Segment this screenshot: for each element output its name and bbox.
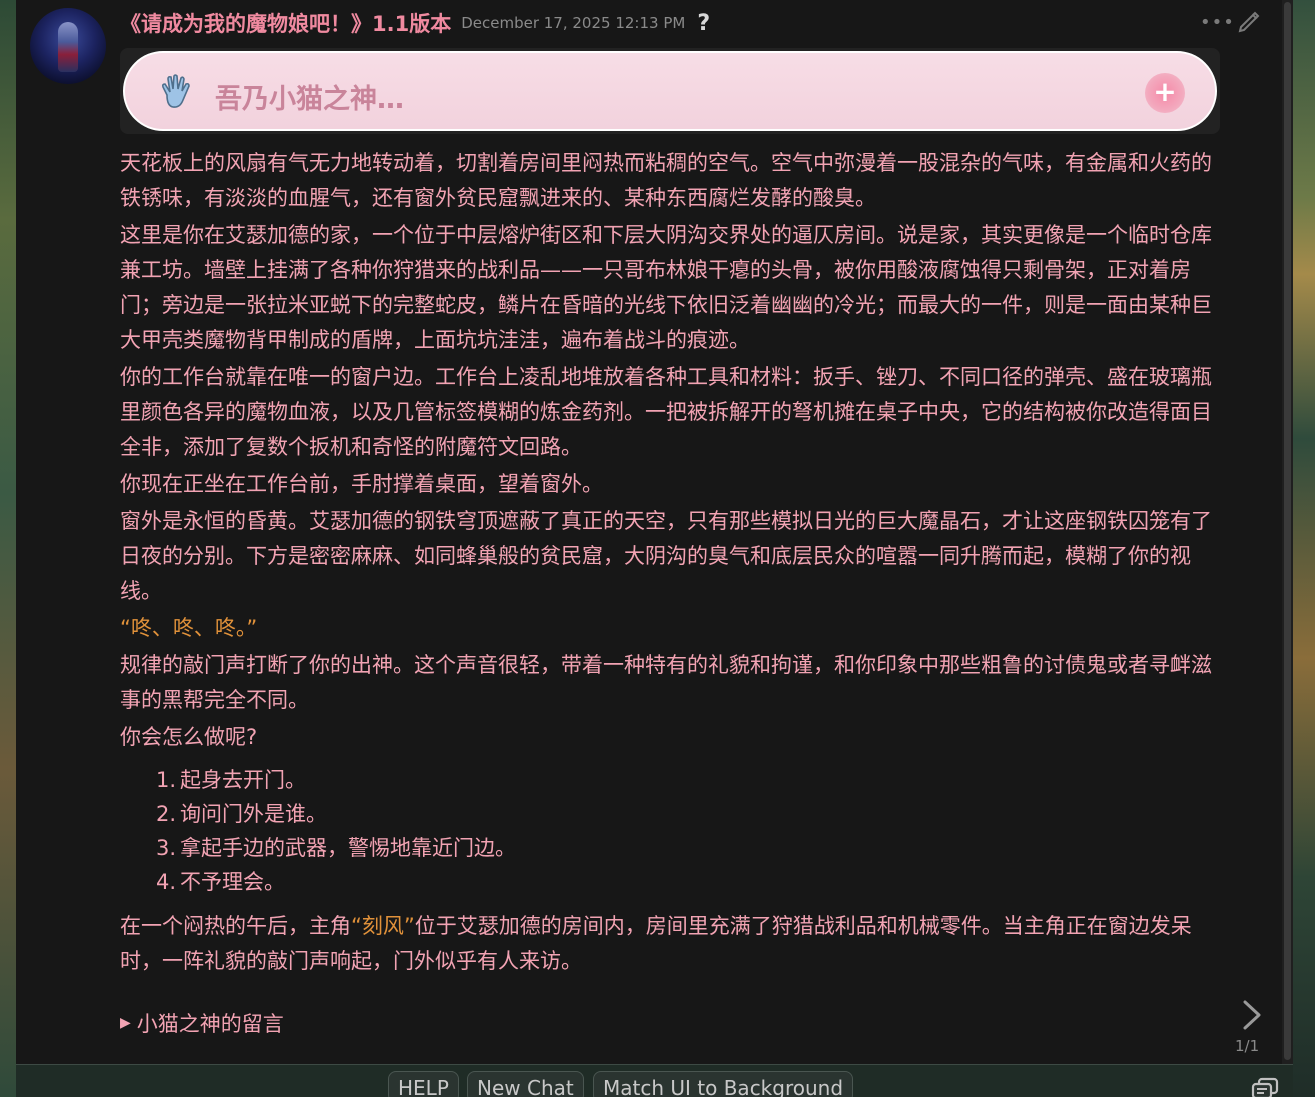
hand-icon [161,74,190,108]
background-left [0,0,16,1097]
option-item: 1. 起身去开门。 [156,763,1220,797]
triangle-right-icon: ▶ [120,1015,131,1031]
new-chat-button[interactable]: New Chat [467,1071,584,1097]
character-avatar[interactable] [30,8,106,84]
quote-line: “咚、咚、咚。” [120,616,258,640]
paragraph: 你现在正坐在工作台前，手肘撑着桌面，望着窗外。 [120,472,603,496]
message-timestamp: December 17, 2025 12:13 PM [461,14,686,32]
ellipsis-icon[interactable]: ••• [1200,12,1235,33]
chat-scrollbar[interactable] [1282,0,1293,1064]
option-item: 4. 不予理会。 [156,865,1220,899]
option-number: 1. [156,768,177,792]
option-item: 2. 询问门外是谁。 [156,797,1220,831]
details-label: 小猫之神的留言 [136,1012,284,1036]
help-button[interactable]: HELP [388,1071,459,1097]
option-number: 4. [156,870,177,894]
option-text: 不予理会。 [180,870,285,894]
avatar-figure [58,22,78,72]
plus-icon[interactable]: + [1145,73,1185,113]
option-text: 拿起手边的武器，警惕地靠近门边。 [180,836,516,860]
paragraph: 这里是你在艾瑟加德的家，一个位于中层熔炉街区和下层大阴沟交界处的逼仄房间。说是家… [120,223,1212,352]
summary-text: 在一个闷热的午后，主角 [120,914,351,938]
details-toggle[interactable]: ▶ 小猫之神的留言 [120,1008,284,1038]
message-header: 《请成为我的魔物娘吧！》1.1版本 December 17, 2025 12:1… [120,8,710,38]
paragraph: 窗外是永恒的昏黄。艾瑟加德的钢铁穹顶遮蔽了真正的天空，只有那些模拟日光的巨大魔晶… [120,509,1212,603]
scrollbar-thumb[interactable] [1284,2,1291,1060]
character-name[interactable]: 《请成为我的魔物娘吧！》1.1版本 [120,8,451,38]
chevron-right-icon[interactable] [1238,998,1266,1032]
paragraph: 天花板上的风扇有气无力地转动着，切割着房间里闷热而粘稠的空气。空气中弥漫着一股混… [120,151,1212,210]
option-text: 询问门外是谁。 [180,802,327,826]
option-number: 2. [156,802,177,826]
quick-reply-icon[interactable] [1250,1076,1280,1097]
paragraph: 规律的敲门声打断了你的出神。这个声音很轻，带着一种特有的礼貌和拘谨，和你印象中那… [120,653,1212,712]
paragraph: 你会怎么做呢? [120,725,258,749]
summary-name: “刻风” [351,914,415,938]
background-right [1293,0,1315,1097]
question-mark-icon[interactable]: ? [697,11,710,36]
status-card: 吾乃小猫之神… + [120,48,1220,134]
option-number: 3. [156,836,177,860]
summary-paragraph: 在一个闷热的午后，主角“刻风”位于艾瑟加德的房间内，房间里充满了狩猎战利品和机械… [120,909,1220,979]
paragraph: 你的工作台就靠在唯一的窗户边。工作台上凌乱地堆放着各种工具和材料：扳手、锉刀、不… [120,365,1212,459]
status-bar[interactable]: 吾乃小猫之神… + [123,51,1217,131]
pencil-icon[interactable] [1236,8,1262,34]
status-text: 吾乃小猫之神… [215,84,404,115]
match-ui-button[interactable]: Match UI to Background [593,1071,854,1097]
message-body: 天花板上的风扇有气无力地转动着，切割着房间里闷热而粘稠的空气。空气中弥漫着一股混… [120,146,1220,981]
option-item: 3. 拿起手边的武器，警惕地靠近门边。 [156,831,1220,865]
option-text: 起身去开门。 [180,768,306,792]
options-list: 1. 起身去开门。 2. 询问门外是谁。 3. 拿起手边的武器，警惕地靠近门边。 4.… [156,763,1220,899]
swipe-counter: 1/1 [1235,1037,1260,1055]
